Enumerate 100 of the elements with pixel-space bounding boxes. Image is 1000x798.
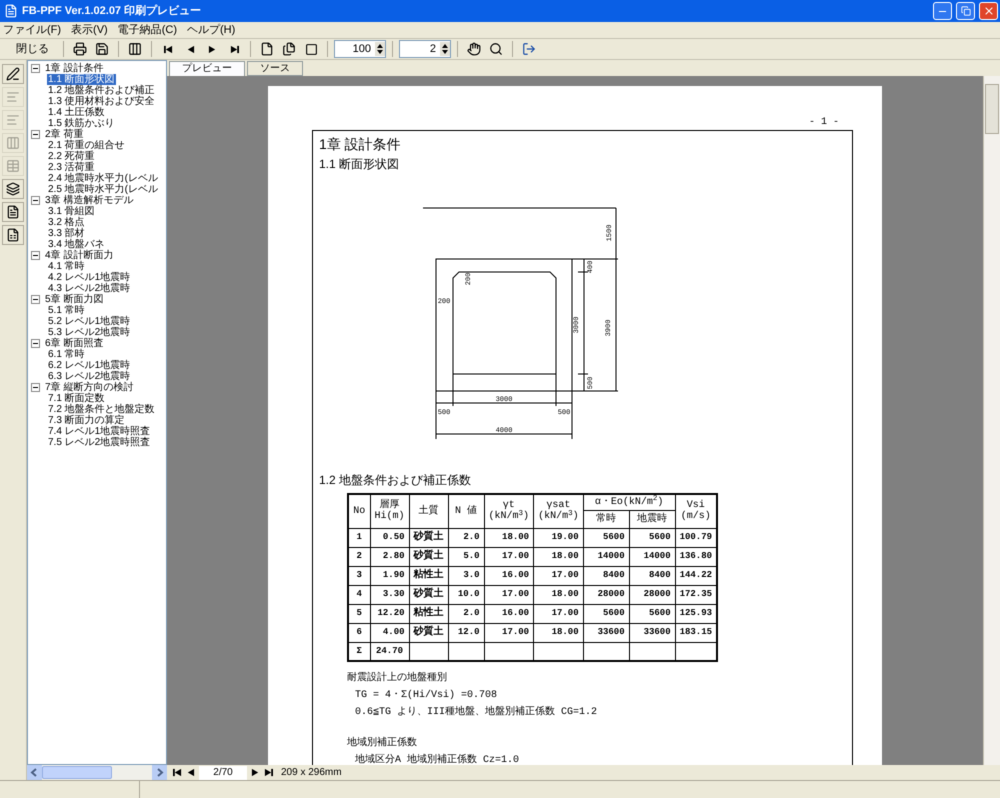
tree-item[interactable]: 5.1 常時 [47,305,86,316]
tree-item[interactable]: 3.3 部材 [47,228,86,239]
tree-item[interactable]: 7.4 レベル1地震時照査 [47,426,152,437]
last-page-button[interactable] [264,768,273,777]
tree-item[interactable]: 1.4 土圧係数 [47,107,106,118]
table-cell: 24.70 [376,646,404,656]
tree-item[interactable]: 3.1 骨組図 [47,206,96,217]
column-header: Vsi (m/s) [680,500,711,522]
scroll-thumb[interactable] [42,766,112,779]
table-cell: Σ [356,646,362,656]
tree-item[interactable]: 5章 断面力図 [44,294,104,305]
page-field[interactable]: 2 [399,40,451,58]
restore-button[interactable] [956,2,975,20]
table-cell: 砂質土 [414,589,444,600]
table-cell: 砂質土 [414,627,444,638]
scroll-right-icon[interactable] [152,765,167,780]
scroll-left-icon[interactable] [27,765,42,780]
collapse-icon[interactable] [31,130,40,139]
table-cell: 1 [356,532,362,542]
tree-item[interactable]: 7.2 地盤条件と地盤定数 [47,404,156,415]
table-cell: 5.0 [463,550,480,561]
collapse-icon[interactable] [31,251,40,260]
tree-item[interactable]: 7.5 レベル2地震時照査 [47,437,152,448]
table-cell: 6 [356,626,362,637]
table-cell: 18.00 [552,550,579,561]
scroll-thumb[interactable] [985,84,999,134]
tab[interactable]: プレビュー [169,61,245,76]
side-tool-button[interactable] [2,202,24,222]
side-tool-button[interactable] [2,179,24,199]
next-page-button[interactable] [251,768,260,777]
tool-icon [6,90,20,104]
page-indicator-field[interactable]: 2/70 [199,766,247,780]
table-cell: 3.30 [382,588,405,599]
table-cell: 18.00 [552,588,579,599]
tree-item[interactable]: 3章 構造解析モデル [44,195,134,206]
table-cell: 5600 [649,608,671,618]
menu-item[interactable]: 電子納品(C) [118,22,177,38]
tree-item[interactable]: 2.5 地震時水平力(レベル [47,184,160,195]
table-cell: 14000 [644,550,671,561]
table-cell: 17.00 [552,608,579,618]
collapse-icon[interactable] [31,383,40,392]
first-page-button[interactable] [173,768,182,777]
minimize-button[interactable] [933,2,952,20]
side-tool-button[interactable] [2,64,24,84]
save-icon [95,42,109,56]
tree-item[interactable]: 3.4 地盤バネ [47,239,106,250]
close-button[interactable] [979,2,998,20]
close-preview-button[interactable]: 閉じる [8,39,57,59]
tree-item[interactable]: 4章 設計断面力 [44,250,114,261]
tree-item[interactable]: 1.3 使用材料および安全 [47,96,156,107]
menu-item[interactable]: ヘルプ(H) [187,22,236,38]
collapse-icon[interactable] [31,339,40,348]
menu-item[interactable]: 表示(V) [71,22,108,38]
tree-item[interactable]: 4.3 レベル2地震時 [47,283,132,294]
collapse-icon[interactable] [31,196,40,205]
table-cell: 2.0 [463,532,480,542]
tree-item[interactable]: 4.2 レベル1地震時 [47,272,132,283]
horizontal-scrollbar[interactable] [27,765,167,780]
table-cell: 10.0 [458,588,480,599]
table-cell: 33600 [644,626,671,637]
side-tool-button[interactable] [2,225,24,245]
tree-item[interactable]: 1章 設計条件 [44,63,104,74]
square-icon [304,42,318,56]
collapse-icon[interactable] [31,64,40,73]
tree-item[interactable]: 1.1 断面形状図 [47,74,116,85]
tree-item[interactable]: 7.3 断面力の算定 [47,415,126,426]
menu-item[interactable]: ファイル(F) [3,22,62,38]
tree-item[interactable]: 5.2 レベル1地震時 [47,316,132,327]
tree-item[interactable]: 4.1 常時 [47,261,86,272]
tree-item[interactable]: 5.3 レベル2地震時 [47,327,132,338]
tree-item[interactable]: 2.1 荷重の組合せ [47,140,126,151]
tree-item[interactable]: 7章 縦断方向の検討 [44,382,134,393]
table-cell: 136.80 [680,550,712,561]
tree-item[interactable]: 1.5 鉄筋かぶり [47,118,116,129]
column-header: γt (kN/m$^{3}$) [488,500,530,522]
collapse-icon[interactable] [31,295,40,304]
tree-item[interactable]: 6章 断面照査 [44,338,104,349]
zoom-field[interactable]: 100 [334,40,386,58]
tree-item[interactable]: 3.2 格点 [47,217,86,228]
tree-item[interactable]: 7.1 断面定数 [47,393,106,404]
table-cell: 14000 [598,550,625,561]
tree-item[interactable]: 1.2 地盤条件および補正 [47,85,156,96]
vertical-scrollbar[interactable] [983,76,1000,765]
note-text: 0.6≦TG より、III種地盤、地盤別補正係数 CG=1.2 [355,704,598,720]
pages-icon [282,42,296,56]
tree-item[interactable]: 6.3 レベル2地震時 [47,371,132,382]
column-header: 地震時 [637,514,668,524]
column-header: No [353,506,366,517]
table-cell: 16.00 [502,608,530,618]
tree-item[interactable]: 6.2 レベル1地震時 [47,360,132,371]
previous-page-button[interactable] [186,768,195,777]
table-cell: 17.00 [502,626,530,637]
tree-item[interactable]: 6.1 常時 [47,349,86,360]
tree-item[interactable]: 2.4 地震時水平力(レベル [47,173,160,184]
tab[interactable]: ソース [247,61,303,76]
column-group-header: α・Eo(kN/m$^{2}$) [594,496,664,508]
tree-item[interactable]: 2.3 活荷重 [47,162,96,173]
tree-item[interactable]: 2.2 死荷重 [47,151,96,162]
table-cell: 28000 [598,588,625,599]
tree-item[interactable]: 2章 荷重 [44,129,84,140]
